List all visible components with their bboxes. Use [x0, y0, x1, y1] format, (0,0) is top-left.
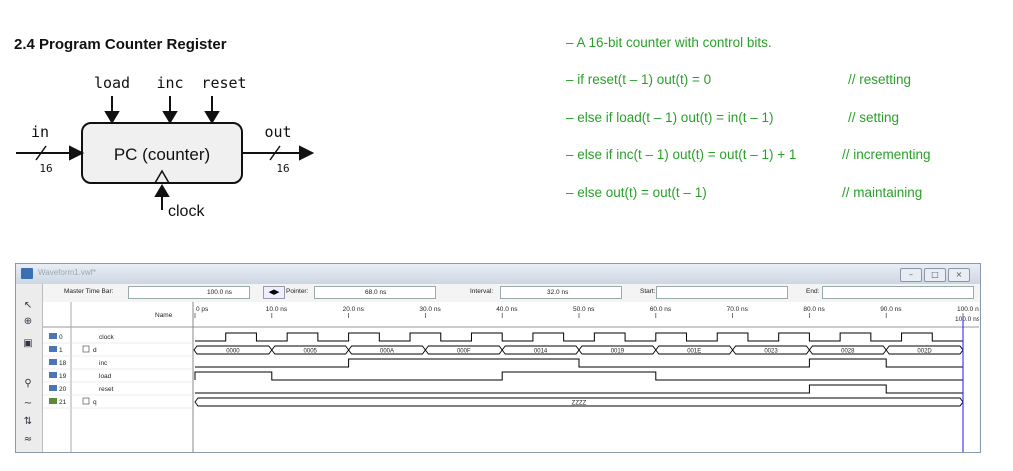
end-field[interactable] [822, 286, 974, 299]
clock-arrow [154, 184, 170, 210]
invert-tool-icon[interactable]: ∼ [21, 398, 35, 410]
top-input-arrows [104, 96, 220, 124]
time-tick-label: 40.0 ns [496, 306, 518, 313]
desc-comment-2: // resetting [848, 72, 912, 87]
time-tick-label: 70.0 ns [727, 306, 749, 313]
waveform-toolbar: ↖ ⊕ ▣ ⚲ ∼ ⇅ ≈ [16, 284, 43, 452]
start-field[interactable] [656, 286, 788, 299]
clock-label: clock [168, 203, 205, 220]
minimize-button[interactable]: – [900, 268, 922, 282]
signal-index: 20 [59, 386, 67, 393]
signal-name: clock [99, 334, 115, 341]
end-label: End: [806, 288, 820, 295]
pin-icon [49, 346, 57, 352]
signal-name: q [93, 399, 97, 406]
time-tick-label: 50.0 ns [573, 306, 595, 313]
interval-field[interactable]: 32.0 ns [500, 286, 622, 299]
cursor-time-label: 100.0 ns [955, 316, 979, 323]
start-label: Start: [640, 288, 656, 295]
in-width-label: 16 [39, 162, 52, 175]
waveform-grid: Name 0 ps 10.0 ns 20.0 ns 30.0 ns 40.0 ns 50.… [43, 302, 979, 452]
time-tick-label: 60.0 ns [650, 306, 672, 313]
signal-name: inc [99, 360, 108, 367]
app-icon [21, 268, 33, 279]
signal-index: 1 [59, 347, 63, 354]
master-time-bar-field[interactable]: 100.0 ns [128, 286, 250, 299]
interval-label: Interval: [470, 288, 494, 295]
desc-comment-3: // setting [848, 110, 900, 125]
desc-line-1: – A 16-bit counter with control bits. [566, 35, 772, 50]
clock-tool-icon[interactable]: ≈ [21, 434, 35, 446]
d-bus-value: 0000 [226, 349, 240, 355]
desc-line-2: – if reset(t – 1) out(t) = 0 [566, 72, 712, 87]
d-bus-value: 000A [380, 349, 394, 355]
out-arrow [242, 145, 315, 161]
signal-index: 0 [59, 334, 63, 341]
pc-block-label: PC (counter) [114, 145, 210, 164]
zoom-tool-icon[interactable]: ⊕ [21, 316, 35, 328]
inc-input-label: inc [156, 74, 183, 92]
waveform-window[interactable]: Waveform1.vwf* – □ × ↖ ⊕ ▣ ⚲ ∼ ⇅ ≈ Maste… [15, 263, 981, 453]
time-tick-label: 30.0 ns [419, 306, 441, 313]
d-bus-value: 0005 [304, 349, 318, 355]
signal-index: 21 [59, 399, 67, 406]
pointer-value: 68.0 ns [365, 289, 387, 296]
pointer-label: Pointer: [286, 288, 309, 295]
desc-line-5: – else out(t) = out(t – 1) [566, 185, 707, 200]
name-column-header: Name [155, 312, 173, 319]
pin-icon [49, 359, 57, 365]
pc-block-diagram: load inc reset PC (counter) in 16 out 16… [16, 74, 315, 220]
find-tool-icon[interactable]: ⚲ [21, 378, 35, 390]
desc-comment-5: // maintaining [842, 185, 923, 200]
waveform-titlebar[interactable]: Waveform1.vwf* – □ × [16, 264, 980, 284]
in-arrow [16, 145, 85, 161]
pointer-field[interactable]: 68.0 ns [314, 286, 436, 299]
signal-name: reset [99, 386, 114, 393]
time-tick-label: 20.0 ns [343, 306, 365, 313]
load-input-label: load [94, 74, 130, 92]
count-value-tool-icon[interactable]: ⇅ [21, 416, 35, 428]
selection-tool-icon[interactable]: ↖ [21, 300, 35, 312]
out-label: out [264, 123, 291, 141]
master-time-bar-label: Master Time Bar: [64, 288, 114, 295]
d-bus-value: 0019 [611, 349, 625, 355]
waveform-window-title: Waveform1.vwf* [38, 268, 96, 277]
interval-value: 32.0 ns [547, 289, 569, 296]
overwrite-tool-icon[interactable]: ▣ [21, 338, 35, 350]
in-label: in [31, 123, 49, 141]
time-tick-label: 80.0 ns [803, 306, 825, 313]
time-tick-label: 10.0 ns [266, 306, 288, 313]
time-bar-nav-buttons[interactable]: ◀▶ [263, 286, 285, 299]
q-bus-value: ZZZZ [572, 401, 587, 407]
master-time-bar-value: 100.0 ns [207, 289, 232, 296]
d-bus-value: 0023 [764, 349, 778, 355]
time-tick-label: 100.0 ns [957, 306, 979, 313]
out-width-label: 16 [276, 162, 289, 175]
reset-input-label: reset [201, 74, 246, 92]
section-title: 2.4 Program Counter Register [14, 36, 227, 53]
d-bus-value: 002D [917, 349, 932, 355]
desc-line-4: – else if inc(t – 1) out(t) = out(t – 1)… [566, 147, 797, 162]
time-tick-label: 0 ps [196, 306, 209, 313]
desc-comment-4: // incrementing [842, 147, 931, 162]
d-bus-value: 000F [457, 349, 471, 355]
d-bus-value: 0028 [841, 349, 855, 355]
pin-icon [49, 333, 57, 339]
close-button[interactable]: × [948, 268, 970, 282]
signal-index: 18 [59, 360, 67, 367]
signal-name: load [99, 373, 112, 380]
time-tick-label: 90.0 ns [880, 306, 902, 313]
d-bus-value: 001E [687, 349, 701, 355]
pin-icon [49, 372, 57, 378]
signal-name: d [93, 347, 97, 354]
signal-index: 19 [59, 373, 67, 380]
pin-icon [49, 385, 57, 391]
d-bus-value: 0014 [534, 349, 548, 355]
maximize-button[interactable]: □ [924, 268, 946, 282]
desc-line-3: – else if load(t – 1) out(t) = in(t – 1) [566, 110, 774, 125]
pin-icon [49, 398, 57, 404]
